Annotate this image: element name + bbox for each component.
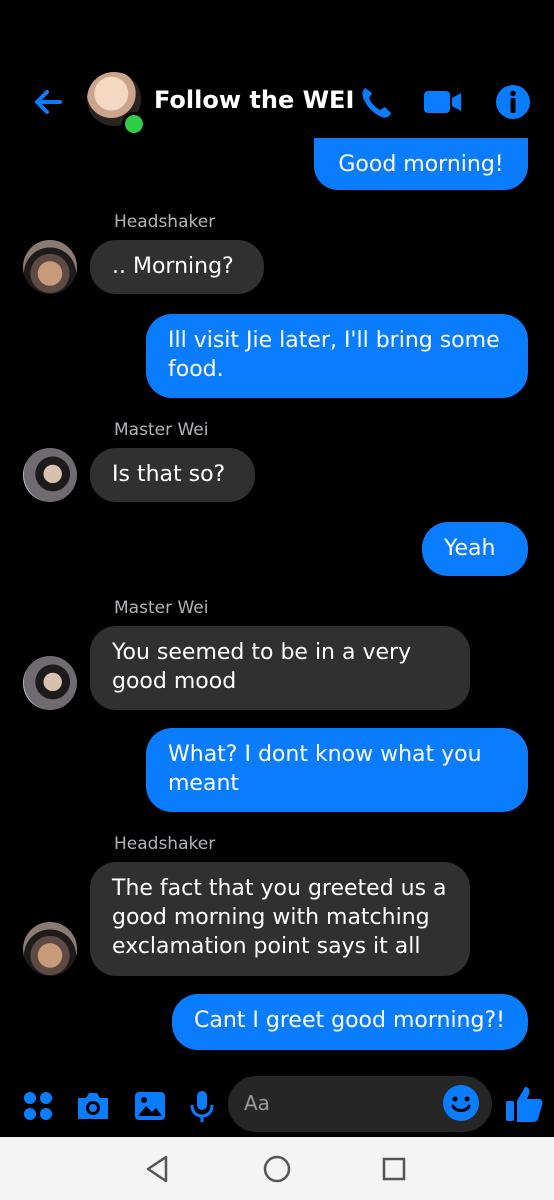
message-incoming[interactable]: .. Morning?	[90, 240, 264, 294]
online-status-indicator	[122, 112, 146, 136]
emoji-icon[interactable]	[442, 1084, 480, 1122]
composer-bar: Aa	[0, 1076, 554, 1136]
message-outgoing[interactable]: What? I dont know what you meant	[146, 728, 528, 812]
nav-home-icon[interactable]	[261, 1153, 293, 1185]
nav-back-icon[interactable]	[142, 1153, 174, 1185]
message-incoming[interactable]: You seemed to be in a very good mood	[90, 626, 470, 710]
message-incoming[interactable]: Is that so?	[90, 448, 255, 502]
sender-avatar[interactable]	[23, 240, 77, 294]
camera-icon[interactable]	[75, 1088, 111, 1124]
message-input-placeholder: Aa	[244, 1091, 270, 1115]
video-icon[interactable]	[422, 82, 462, 122]
message-outgoing[interactable]: Ill visit Jie later, I'll bring some foo…	[146, 314, 528, 398]
message-outgoing[interactable]: Cant I greet good morning?!	[172, 994, 528, 1050]
message-outgoing[interactable]: Yeah	[422, 522, 528, 576]
thumbs-up-icon[interactable]	[504, 1084, 544, 1124]
sender-avatar[interactable]	[23, 448, 77, 502]
message-outgoing[interactable]: Good morning!	[314, 138, 528, 190]
phone-icon[interactable]	[356, 82, 396, 122]
sender-avatar[interactable]	[23, 656, 77, 710]
mic-icon[interactable]	[184, 1088, 220, 1124]
sender-name: Master Wei	[114, 598, 209, 618]
message-incoming[interactable]: The fact that you greeted us a good morn…	[90, 862, 470, 976]
sender-name: Master Wei	[114, 420, 209, 440]
back-arrow-icon[interactable]	[28, 82, 68, 122]
system-nav-bar	[0, 1137, 554, 1200]
image-icon[interactable]	[132, 1088, 168, 1124]
message-input[interactable]: Aa	[228, 1076, 492, 1132]
chat-title[interactable]: Follow the WEI	[154, 86, 354, 114]
sender-name: Headshaker	[114, 834, 216, 854]
chat-header: Follow the WEI	[0, 60, 554, 144]
sender-name: Headshaker	[114, 212, 216, 232]
sender-avatar[interactable]	[23, 922, 77, 976]
apps-icon[interactable]	[20, 1088, 56, 1124]
info-icon[interactable]	[493, 82, 533, 122]
nav-recents-icon[interactable]	[378, 1153, 410, 1185]
